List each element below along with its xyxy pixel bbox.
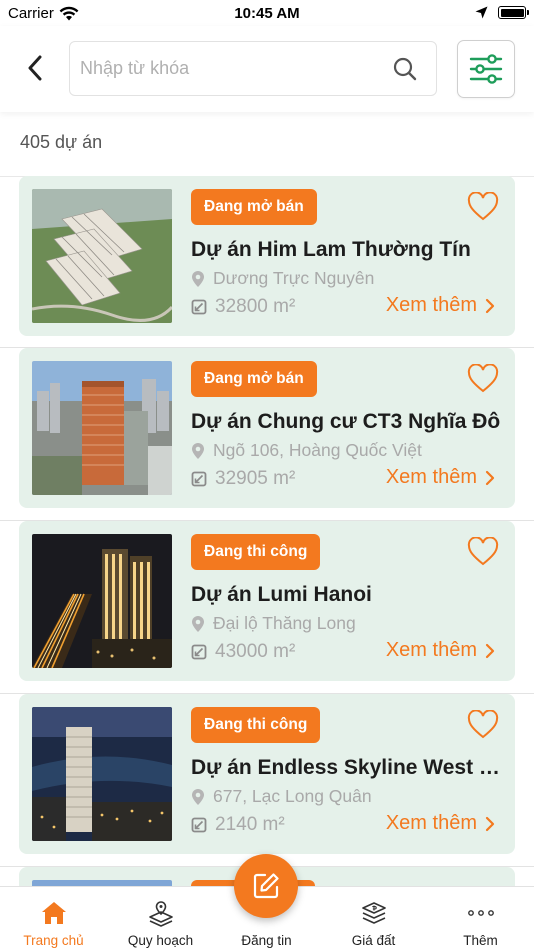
status-badge: Đang mở bán xyxy=(191,361,317,397)
view-more-label: Xem thêm xyxy=(385,466,477,488)
edit-icon xyxy=(253,873,279,899)
price-layers-icon xyxy=(361,902,386,924)
view-more-label: Xem thêm xyxy=(385,294,477,316)
view-more-link[interactable]: Xem thêm xyxy=(386,812,495,835)
project-address: Dương Trực Nguyên xyxy=(191,268,374,289)
tab-planning-label: Quy hoạch xyxy=(127,933,194,948)
search-box xyxy=(69,41,437,96)
project-area: 43000 m² xyxy=(191,641,295,663)
search-header xyxy=(0,26,534,112)
tab-home[interactable]: Trang chủ xyxy=(0,887,107,951)
post-fab-button[interactable] xyxy=(234,854,298,918)
area-icon xyxy=(191,644,207,660)
project-address: Ngõ 106, Hoàng Quốc Việt xyxy=(191,440,422,461)
project-title: Dự án Lumi Hanoi xyxy=(191,583,372,606)
project-title: Dự án Endless Skyline West L... xyxy=(191,756,503,779)
area-icon xyxy=(191,299,207,315)
filter-button[interactable] xyxy=(457,40,515,98)
project-address: 677, Lạc Long Quân xyxy=(191,786,372,807)
project-card[interactable]: Đang thi công Dự án Endless Skyline West… xyxy=(19,694,515,854)
battery-icon xyxy=(498,6,529,19)
view-more-label: Xem thêm xyxy=(385,812,477,834)
search-icon[interactable] xyxy=(392,56,418,82)
area-text: 2140 m² xyxy=(215,814,285,835)
favorite-heart-icon[interactable] xyxy=(467,192,499,222)
tab-home-label: Trang chủ xyxy=(23,933,84,948)
tab-land-price[interactable]: Giá đất xyxy=(320,887,427,951)
favorite-heart-icon[interactable] xyxy=(467,364,499,394)
project-card[interactable]: Đang thi công Dự án Lumi Hanoi Đại lộ Th… xyxy=(19,521,515,681)
project-thumbnail xyxy=(32,189,172,323)
view-more-link[interactable]: Xem thêm xyxy=(386,294,495,317)
area-icon xyxy=(191,817,207,833)
project-address: Đại lộ Thăng Long xyxy=(191,613,356,634)
project-thumbnail xyxy=(32,707,172,841)
back-button[interactable] xyxy=(18,51,52,85)
project-thumbnail xyxy=(32,361,172,495)
address-text: Ngõ 106, Hoàng Quốc Việt xyxy=(213,440,422,460)
chevron-left-icon xyxy=(28,55,42,81)
result-count: 405 dự án xyxy=(20,132,103,152)
favorite-heart-icon[interactable] xyxy=(467,710,499,740)
more-dots-icon xyxy=(467,910,494,916)
project-thumbnail xyxy=(32,534,172,668)
location-pin-icon xyxy=(192,442,204,459)
location-pin-icon xyxy=(192,270,204,287)
area-text: 43000 m² xyxy=(215,641,296,662)
chevron-right-icon xyxy=(485,298,495,313)
address-text: Dương Trực Nguyên xyxy=(213,268,375,288)
view-more-label: Xem thêm xyxy=(385,639,477,661)
area-text: 32905 m² xyxy=(215,468,296,489)
project-title: Dự án Him Lam Thường Tín xyxy=(191,238,471,261)
status-right xyxy=(475,6,529,19)
tab-planning[interactable]: Quy hoạch xyxy=(107,887,214,951)
tab-more-label: Thêm xyxy=(463,933,498,948)
chevron-right-icon xyxy=(485,643,495,658)
filter-sliders-icon xyxy=(469,54,503,84)
favorite-heart-icon[interactable] xyxy=(467,537,499,567)
status-badge: Đang thi công xyxy=(191,707,321,743)
area-icon xyxy=(191,471,207,487)
map-layers-icon xyxy=(148,901,173,927)
status-time: 10:45 AM xyxy=(234,5,300,22)
project-area: 2140 m² xyxy=(191,814,285,836)
view-more-link[interactable]: Xem thêm xyxy=(386,466,495,489)
area-text: 32800 m² xyxy=(215,296,296,317)
project-title: Dự án Chung cư CT3 Nghĩa Đô xyxy=(191,410,501,433)
project-area: 32905 m² xyxy=(191,468,295,490)
status-bar: Carrier 10:45 AM xyxy=(0,0,534,26)
status-badge: Đang thi công xyxy=(191,534,321,570)
search-input[interactable] xyxy=(80,42,380,95)
view-more-link[interactable]: Xem thêm xyxy=(386,639,495,662)
status-badge: Đang mở bán xyxy=(191,189,317,225)
address-text: Đại lộ Thăng Long xyxy=(213,613,356,633)
address-text: 677, Lạc Long Quân xyxy=(213,786,372,806)
chevron-right-icon xyxy=(485,470,495,485)
project-card[interactable]: Đang mở bán Dự án Him Lam Thường Tín Dươ… xyxy=(19,176,515,336)
chevron-right-icon xyxy=(485,816,495,831)
home-icon xyxy=(41,902,66,924)
tab-more[interactable]: Thêm xyxy=(427,887,534,951)
project-card[interactable]: Đang mở bán Dự án Chung cư CT3 Nghĩa Đô … xyxy=(19,348,515,508)
project-area: 32800 m² xyxy=(191,296,295,318)
location-pin-icon xyxy=(192,615,204,632)
tab-post-label: Đăng tin xyxy=(241,933,292,948)
location-pin-icon xyxy=(192,788,204,805)
tab-land-price-label: Giá đất xyxy=(351,933,396,948)
location-arrow-icon xyxy=(475,6,488,19)
